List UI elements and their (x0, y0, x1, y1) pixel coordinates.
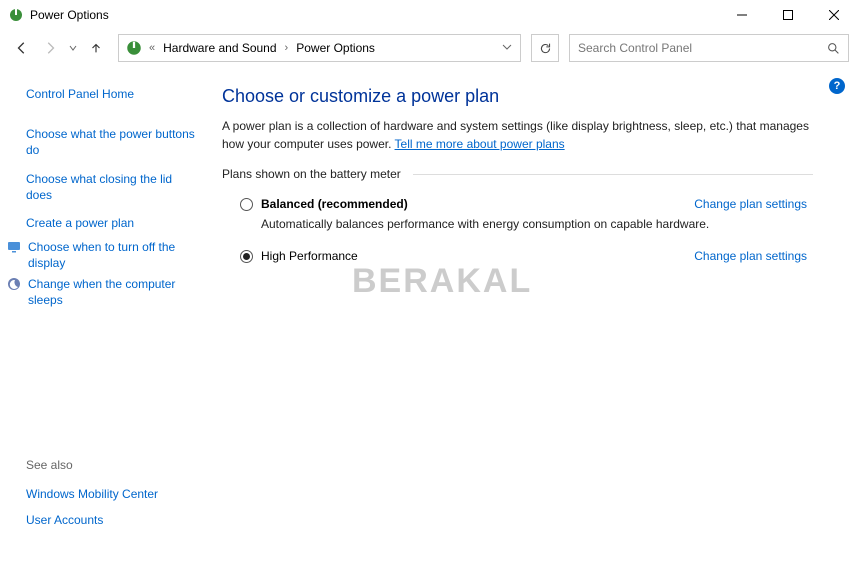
plan-balanced: Balanced (recommended) Change plan setti… (222, 191, 813, 243)
plans-group-label: Plans shown on the battery meter (222, 167, 407, 181)
location-icon (125, 39, 143, 57)
sidebar-closing-lid[interactable]: Choose what closing the lid does (26, 167, 200, 207)
plan-balanced-name[interactable]: Balanced (recommended) (261, 197, 408, 211)
window-controls (719, 0, 857, 30)
forward-button[interactable] (38, 36, 62, 60)
navigation-bar: « Hardware and Sound › Power Options Sea… (0, 30, 859, 66)
main-panel: Choose or customize a power plan A power… (210, 66, 859, 562)
address-bar[interactable]: « Hardware and Sound › Power Options (118, 34, 521, 62)
sidebar-turn-off-display[interactable]: Choose when to turn off the display (28, 239, 200, 271)
power-options-icon (8, 7, 24, 23)
close-button[interactable] (811, 0, 857, 30)
seealso-mobility-center[interactable]: Windows Mobility Center (26, 482, 200, 506)
address-dropdown-icon[interactable] (498, 41, 516, 55)
sidebar-control-panel-home[interactable]: Control Panel Home (26, 82, 200, 106)
refresh-button[interactable] (531, 34, 559, 62)
tell-me-more-link[interactable]: Tell me more about power plans (395, 137, 565, 151)
page-description: A power plan is a collection of hardware… (222, 117, 813, 153)
breadcrumb-power-options[interactable]: Power Options (292, 39, 379, 57)
seealso-user-accounts[interactable]: User Accounts (26, 508, 200, 532)
plan-high-performance: High Performance Change plan settings (222, 243, 813, 275)
up-button[interactable] (84, 36, 108, 60)
breadcrumb-chevron-icon: « (149, 42, 155, 54)
plan-balanced-change-link[interactable]: Change plan settings (694, 197, 807, 211)
recent-locations-dropdown[interactable] (66, 36, 80, 60)
title-bar: Power Options (0, 0, 859, 30)
search-box[interactable]: Search Control Panel (569, 34, 849, 62)
plans-group-header: Plans shown on the battery meter (222, 167, 813, 181)
display-icon (6, 239, 22, 255)
sidebar-computer-sleeps[interactable]: Change when the computer sleeps (28, 276, 200, 308)
see-also-label: See also (26, 458, 200, 478)
plan-balanced-radio[interactable] (240, 198, 253, 211)
sidebar: Control Panel Home Choose what the power… (0, 66, 210, 562)
divider (413, 174, 813, 175)
plan-high-performance-change-link[interactable]: Change plan settings (694, 249, 807, 263)
window-title: Power Options (30, 8, 109, 22)
sidebar-create-plan[interactable]: Create a power plan (26, 211, 200, 235)
plan-high-performance-name[interactable]: High Performance (261, 249, 358, 263)
page-heading: Choose or customize a power plan (222, 86, 813, 107)
back-button[interactable] (10, 36, 34, 60)
breadcrumb-hardware-sound[interactable]: Hardware and Sound (159, 39, 280, 57)
search-placeholder: Search Control Panel (578, 41, 827, 55)
sleep-icon (6, 276, 22, 292)
content-body: Control Panel Home Choose what the power… (0, 66, 859, 562)
sidebar-power-buttons[interactable]: Choose what the power buttons do (26, 122, 200, 162)
minimize-button[interactable] (719, 0, 765, 30)
plan-balanced-description: Automatically balances performance with … (261, 217, 807, 231)
maximize-button[interactable] (765, 0, 811, 30)
breadcrumb-separator-icon: › (285, 42, 289, 54)
plan-high-performance-radio[interactable] (240, 250, 253, 263)
search-icon (827, 42, 840, 55)
